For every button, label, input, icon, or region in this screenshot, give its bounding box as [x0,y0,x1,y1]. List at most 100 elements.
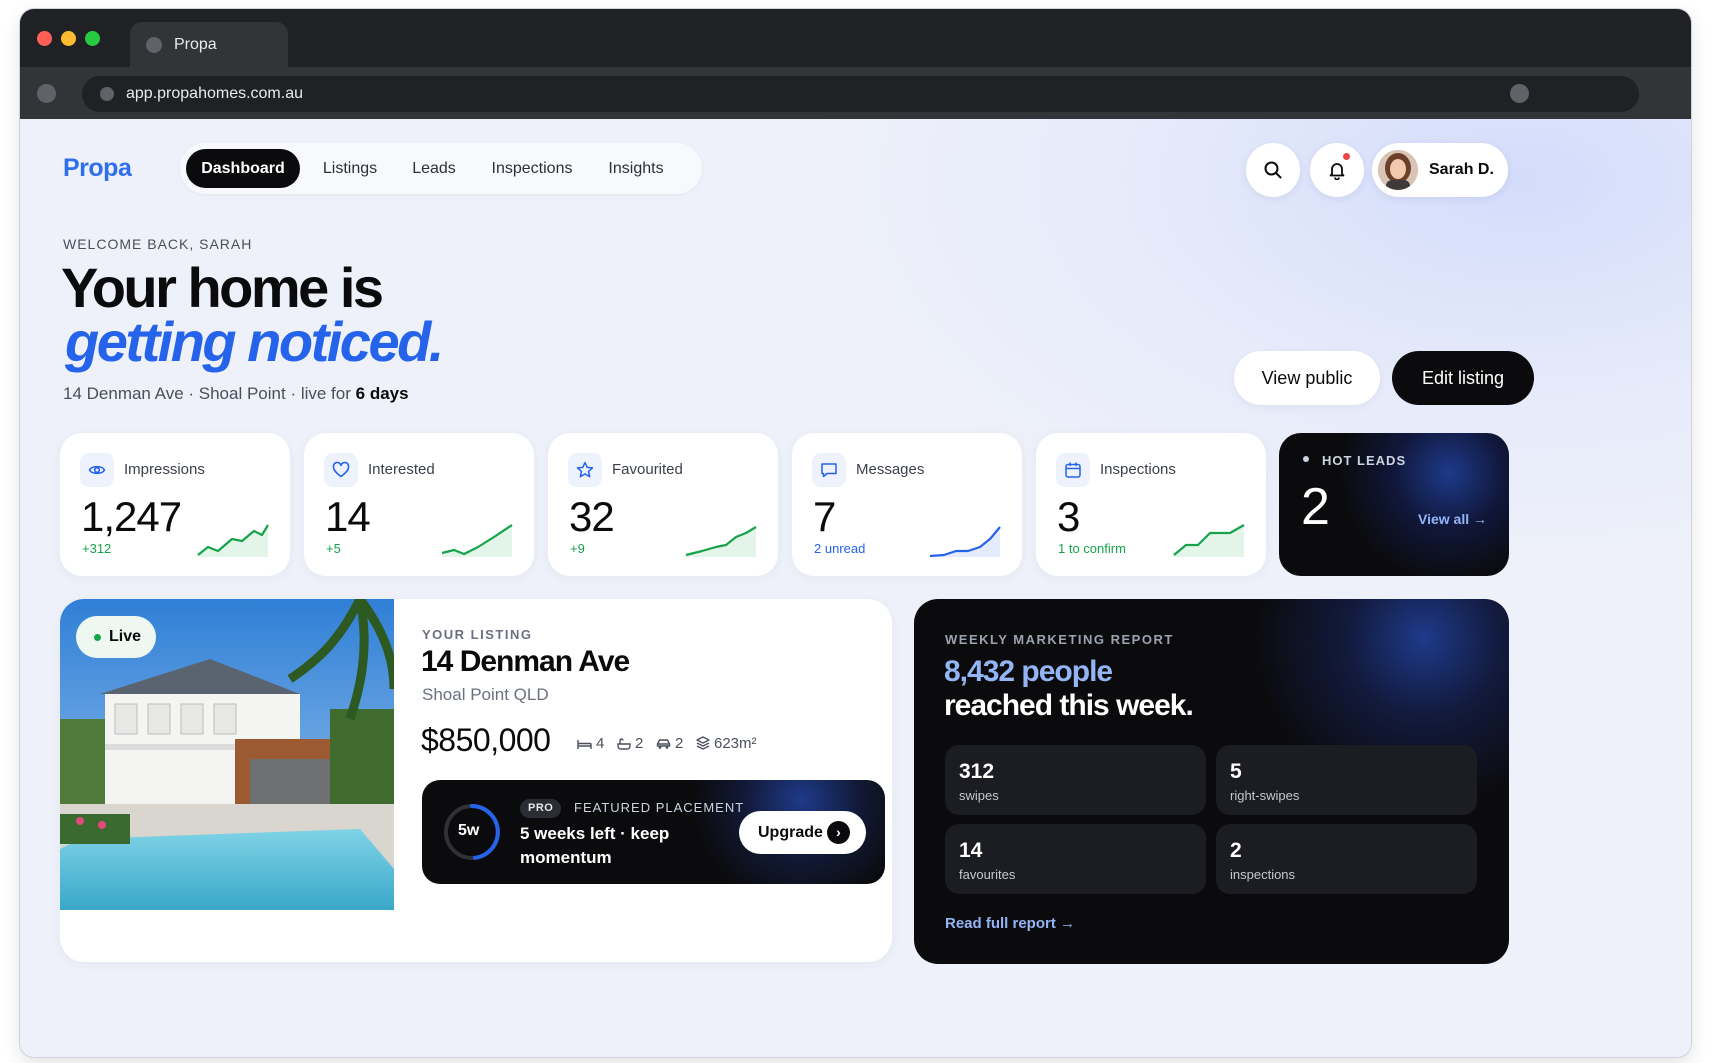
back-button[interactable] [37,84,56,103]
user-menu[interactable]: Sarah D. [1372,143,1508,197]
upgrade-label: Upgrade [758,824,823,841]
stat-label: Impressions [124,461,205,478]
car-icon [656,739,671,749]
live-label: Live [109,628,142,645]
nav-insights[interactable]: Insights [594,149,678,188]
chevron-right-icon: › [827,821,850,844]
message-icon [812,453,846,487]
bath-icon [617,738,631,750]
view-public-button[interactable]: View public [1234,351,1380,405]
hot-dot-icon [1303,456,1309,462]
avatar [1378,150,1418,190]
stat-card-impressions[interactable]: Impressions 1,247 +312 [60,433,290,576]
stat-label: Inspections [1100,461,1176,478]
featured-placement-text: 5 weeks left · keep momentum [520,824,670,867]
heart-icon [324,453,358,487]
stat-delta[interactable]: 1 to confirm [1058,541,1126,556]
listing-card: Live YOUR LISTING 14 Denman Ave Shoal Po… [60,599,892,962]
sparkline [441,524,513,557]
tile-label: favourites [959,867,1016,882]
address-bar[interactable]: app.propahomes.com.au [82,76,1639,112]
beds-value: 4 [596,735,605,752]
bed-icon [577,740,592,749]
tile-label: right-swipes [1230,788,1300,803]
hero-title-line2: getting noticed. [65,310,444,373]
report-tile-inspections: 2 inspections [1216,824,1477,894]
read-full-report-link[interactable]: Read full report → [945,915,1075,932]
feature-beds: 4 [577,735,604,752]
browser-window: Propa app.propahomes.com.au Propa Dashbo… [20,9,1691,1057]
listing-subline: 14 Denman Ave · Shoal Point · live for 6… [63,384,409,404]
listing-suburb: Shoal Point QLD [422,685,549,704]
arrow-right-icon: → [1473,511,1487,527]
extension-button[interactable] [1510,84,1529,103]
stat-card-favourited[interactable]: Favourited 32 +9 [548,433,778,576]
feature-cars: 2 [656,735,683,752]
stat-label: Interested [368,461,435,478]
stat-delta: +9 [570,541,585,556]
sparkline [197,524,269,557]
minimize-window-button[interactable] [61,31,76,46]
sparkline [685,526,757,557]
weekly-report-card: WEEKLY MARKETING REPORT 8,432 people rea… [914,599,1509,964]
listing-photo[interactable]: Live [60,599,394,910]
cars-value: 2 [675,735,684,752]
user-name: Sarah D. [1429,161,1494,178]
area-value: 623m² [714,735,757,752]
status-badge: Live [76,616,156,658]
url-text: app.propahomes.com.au [126,85,303,102]
stat-value: 14 [325,493,371,540]
tile-value: 312 [959,760,995,783]
listing-eyebrow: YOUR LISTING [422,627,533,642]
stat-value: 7 [813,493,836,540]
stat-delta: +5 [326,541,341,556]
notifications-button[interactable] [1310,143,1364,197]
stat-value: 32 [569,493,615,540]
nav-inspections[interactable]: Inspections [478,149,586,188]
feature-baths: 2 [617,735,643,752]
site-info-icon[interactable] [100,87,114,101]
maximize-window-button[interactable] [85,31,100,46]
live-days: 6 days [355,384,409,403]
edit-listing-button[interactable]: Edit listing [1392,351,1534,405]
notification-badge [1343,153,1350,160]
report-reach: 8,432 people [944,655,1113,688]
upgrade-button[interactable]: Upgrade › [739,811,866,854]
browser-tab[interactable]: Propa [130,22,288,67]
search-button[interactable] [1246,143,1300,197]
stat-value: 3 [1057,493,1080,540]
feature-area: 623m² [696,735,757,752]
bell-icon [1329,163,1345,180]
stat-delta[interactable]: 2 unread [814,541,865,556]
eye-icon [80,453,114,487]
nav-leads[interactable]: Leads [402,149,466,188]
tile-value: 14 [959,839,983,862]
welcome-eyebrow: WELCOME BACK, SARAH [63,236,253,252]
star-icon [568,453,602,487]
brand-logo[interactable]: Propa [63,154,132,183]
view-all-link[interactable]: View all → [1418,511,1487,527]
stat-card-messages[interactable]: Messages 7 2 unread [792,433,1022,576]
tile-value: 5 [1230,760,1242,783]
calendar-icon [1056,453,1090,487]
hot-leads-label: HOT LEADS [1322,453,1407,468]
tile-value: 2 [1230,839,1242,862]
listing-title: 14 Denman Ave [421,645,630,678]
weeks-label: 5w [458,822,480,839]
browser-toolbar: app.propahomes.com.au [20,67,1691,119]
report-eyebrow: WEEKLY MARKETING REPORT [945,632,1174,647]
nav-listings[interactable]: Listings [308,149,392,188]
tile-label: swipes [959,788,999,803]
stat-card-interested[interactable]: Interested 14 +5 [304,433,534,576]
browser-titlebar: Propa [20,9,1691,67]
tab-title: Propa [174,36,217,53]
stat-value: 1,247 [81,493,182,540]
close-window-button[interactable] [37,31,52,46]
hot-leads-card[interactable]: HOT LEADS 2 View all → [1279,433,1509,576]
dashboard-page: Propa Dashboard Listings Leads Inspectio… [20,119,1691,1057]
stat-card-inspections[interactable]: Inspections 3 1 to confirm [1036,433,1266,576]
stat-label: Messages [856,461,925,478]
subline-text: 14 Denman Ave · Shoal Point · live for [63,384,351,403]
sparkline [929,526,1001,557]
nav-dashboard[interactable]: Dashboard [186,149,300,188]
